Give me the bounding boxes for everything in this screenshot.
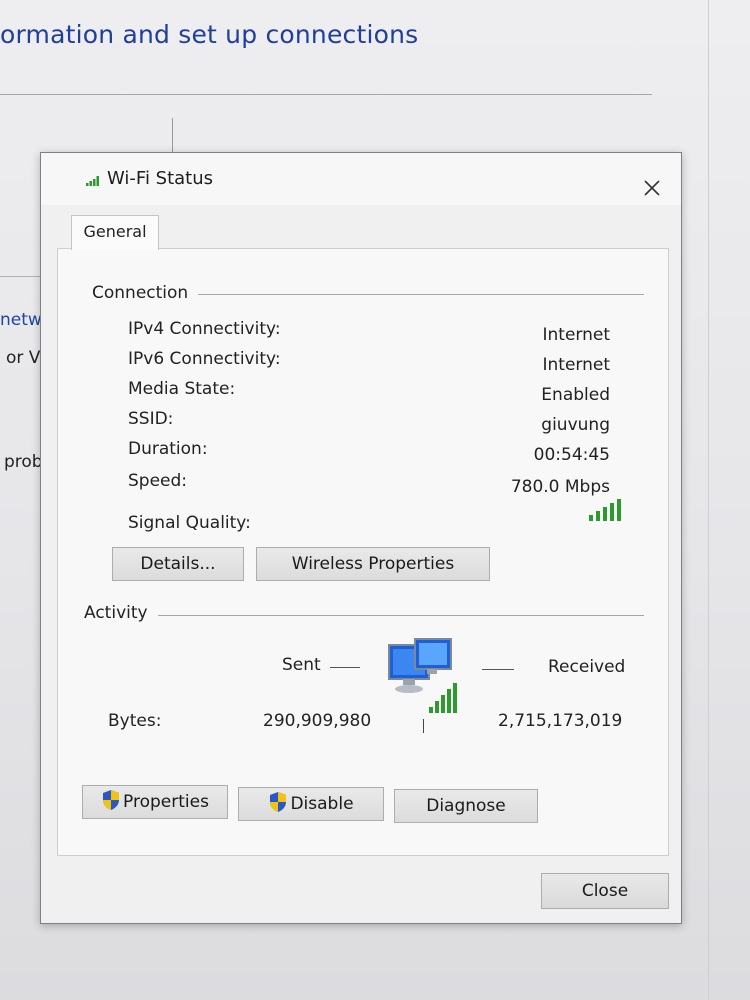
tab-general[interactable]: General <box>71 215 159 250</box>
dialog-title: Wi-Fi Status <box>107 168 214 189</box>
ipv4-label: IPv4 Connectivity: <box>128 319 281 339</box>
uac-shield-icon <box>270 792 287 812</box>
duration-value: 00:54:45 <box>533 445 610 465</box>
heading-divider <box>0 94 652 95</box>
bytes-sent-value: 290,909,980 <box>263 711 372 731</box>
wifi-signal-icon <box>86 176 99 186</box>
ipv6-value: Internet <box>542 355 610 375</box>
close-icon[interactable] <box>641 177 663 199</box>
ssid-value: giuvung <box>541 415 610 435</box>
sent-line <box>330 667 360 668</box>
general-panel: Connection IPv4 Connectivity: Internet I… <box>57 248 669 856</box>
page-heading: ormation and set up connections <box>0 20 419 49</box>
activity-group-label: Activity <box>84 603 154 623</box>
received-line <box>482 669 514 670</box>
duration-label: Duration: <box>128 439 208 459</box>
signal-strength-icon <box>589 499 621 521</box>
group-divider <box>158 615 644 616</box>
received-label: Received <box>548 657 626 677</box>
media-state-value: Enabled <box>541 385 610 405</box>
wireless-properties-button[interactable]: Wireless Properties <box>256 547 490 581</box>
speed-label: Speed: <box>128 471 188 491</box>
connection-group-label: Connection <box>92 283 195 303</box>
properties-button-label: Properties <box>123 792 209 812</box>
close-button[interactable]: Close <box>541 873 669 909</box>
divider <box>708 0 709 1000</box>
divider <box>423 719 424 733</box>
speed-value: 780.0 Mbps <box>510 477 610 497</box>
network-computers-icon <box>388 638 457 713</box>
wifi-status-dialog: Wi-Fi Status General Connection IPv4 Con… <box>40 152 682 924</box>
group-divider <box>198 294 644 295</box>
signal-quality-label: Signal Quality: <box>128 513 251 533</box>
diagnose-button[interactable]: Diagnose <box>394 789 538 823</box>
details-button[interactable]: Details... <box>112 547 244 581</box>
bytes-label: Bytes: <box>108 711 162 731</box>
side-text: prob <box>4 452 43 472</box>
ssid-label: SSID: <box>128 409 174 429</box>
ipv4-value: Internet <box>542 325 610 345</box>
title-bar[interactable]: Wi-Fi Status <box>41 153 681 205</box>
ipv6-label: IPv6 Connectivity: <box>128 349 281 369</box>
disable-button-label: Disable <box>290 794 354 814</box>
properties-button[interactable]: Properties <box>82 785 228 819</box>
media-state-label: Media State: <box>128 379 236 399</box>
uac-shield-icon <box>103 790 120 810</box>
bytes-received-value: 2,715,173,019 <box>498 711 623 731</box>
sent-label: Sent <box>282 655 321 675</box>
disable-button[interactable]: Disable <box>238 787 384 821</box>
